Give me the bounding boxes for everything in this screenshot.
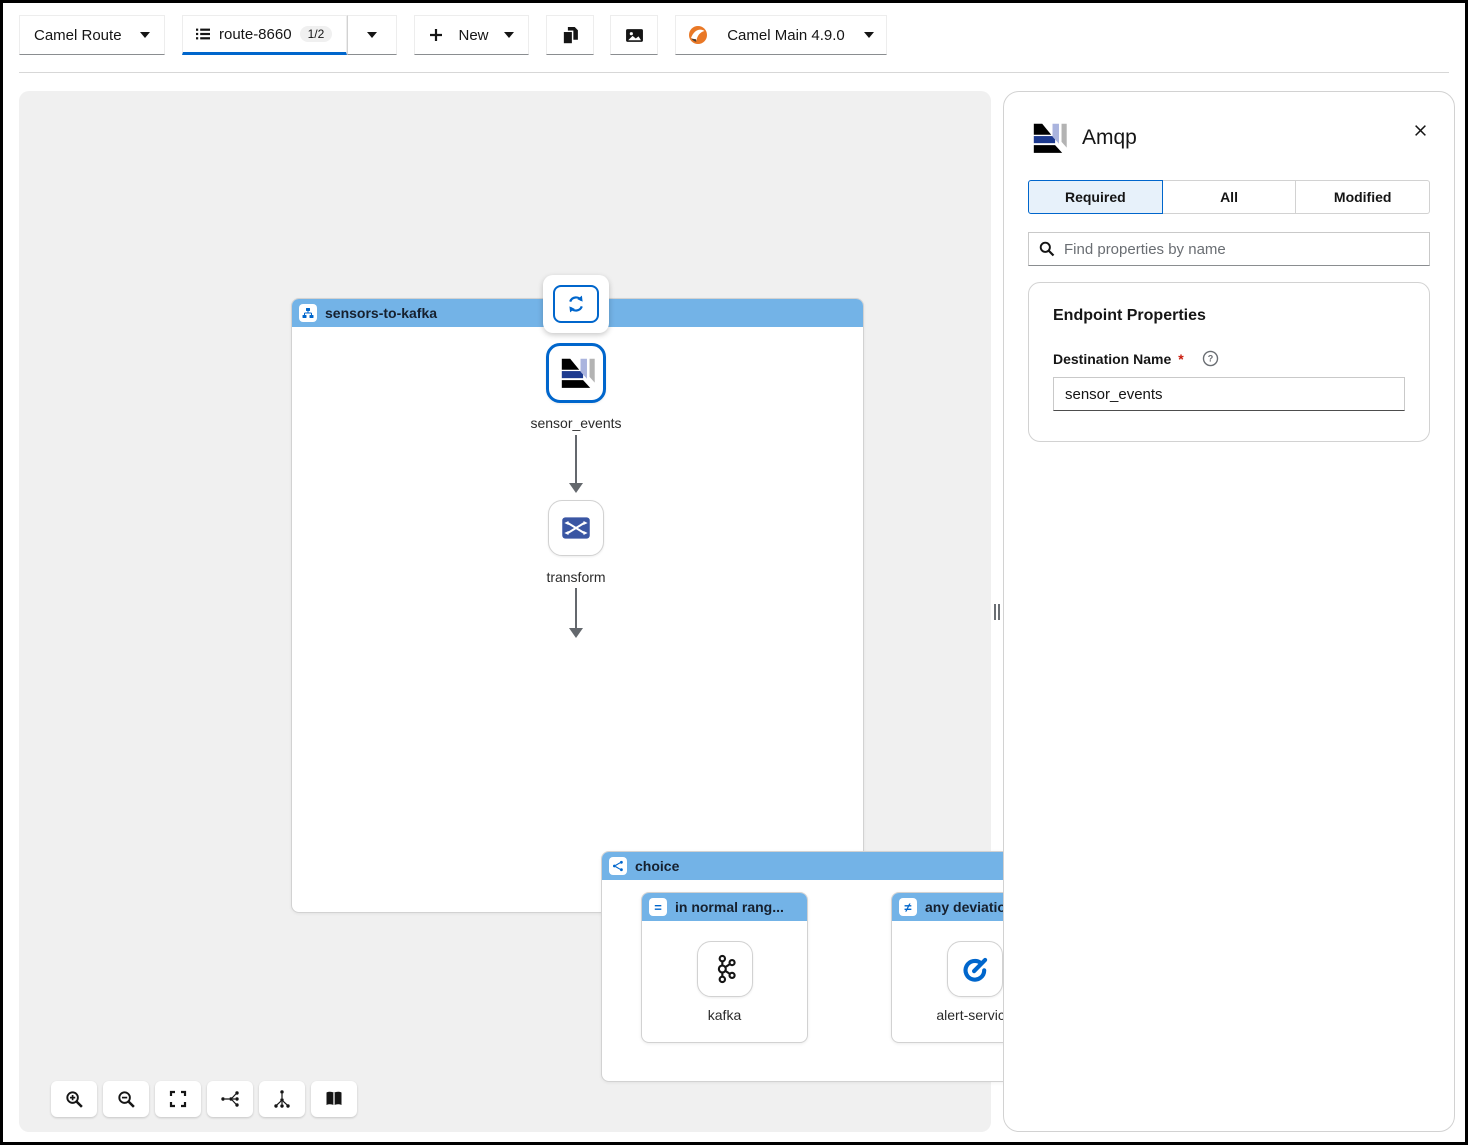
edge-arrow	[568, 435, 584, 493]
tab-modified[interactable]: Modified	[1296, 180, 1430, 214]
sensor-events-node-label: sensor_events	[486, 415, 666, 431]
export-image-button[interactable]	[610, 15, 658, 55]
kafka-icon	[709, 953, 741, 985]
runtime-label: Camel Main 4.9.0	[727, 27, 845, 44]
route-icon	[299, 304, 317, 322]
when-branch-title: in normal rang...	[675, 899, 784, 915]
card-title: Endpoint Properties	[1053, 307, 1405, 325]
flow-list-group: route-8660 1/2	[182, 15, 397, 55]
panel-resize-handle[interactable]	[992, 604, 1002, 620]
chevron-down-icon	[864, 32, 874, 38]
svg-text:?: ?	[1207, 354, 1213, 364]
route-refresh-button[interactable]	[543, 275, 609, 333]
panel-header: Amqp	[1028, 116, 1430, 160]
destination-name-label: Destination Name	[1053, 351, 1171, 367]
copy-icon	[561, 26, 580, 45]
new-route-button[interactable]: New	[414, 15, 529, 55]
runtime-select[interactable]: Camel Main 4.9.0	[675, 15, 887, 55]
vertical-layout-button[interactable]	[259, 1081, 305, 1117]
toolbar-divider	[19, 72, 1449, 73]
transform-icon	[561, 513, 591, 543]
choice-icon	[609, 857, 627, 875]
choice-title: choice	[635, 858, 679, 874]
amqp-icon	[556, 353, 596, 393]
camel-logo-icon	[688, 25, 708, 45]
app-window: Camel Route route-8660 1/2	[0, 0, 1468, 1145]
route-title: sensors-to-kafka	[325, 305, 437, 321]
direct-endpoint-icon	[959, 953, 991, 985]
flow-canvas[interactable]: sensors-to-kafka choice	[19, 91, 991, 1132]
flow-list-dropdown[interactable]	[347, 15, 397, 55]
kafka-node[interactable]	[697, 941, 753, 997]
chevron-down-icon	[140, 32, 150, 38]
properties-panel: Amqp Required All Modified Endpoint Prop…	[1003, 91, 1455, 1132]
image-icon	[625, 26, 644, 45]
dsl-select-label: Camel Route	[34, 27, 122, 44]
when-branch-header[interactable]: = in normal rang...	[642, 893, 807, 921]
zoom-in-icon	[65, 1090, 84, 1109]
new-route-label: New	[458, 27, 488, 44]
kafka-node-label: kafka	[642, 1007, 807, 1023]
alert-service-node[interactable]	[947, 941, 1003, 997]
fit-to-screen-button[interactable]	[155, 1081, 201, 1117]
copy-code-button[interactable]	[546, 15, 594, 55]
help-icon[interactable]: ?	[1202, 350, 1219, 367]
flow-count-badge: 1/2	[300, 26, 333, 42]
close-icon	[1414, 124, 1427, 137]
search-icon	[1039, 241, 1055, 257]
expand-icon	[169, 1090, 187, 1108]
zoom-in-button[interactable]	[51, 1081, 97, 1117]
transform-node[interactable]	[548, 500, 604, 556]
dsl-select[interactable]: Camel Route	[19, 15, 165, 55]
vertical-layout-icon	[272, 1089, 292, 1109]
filter-tabs: Required All Modified	[1028, 180, 1430, 214]
horizontal-layout-button[interactable]	[207, 1081, 253, 1117]
sync-icon	[566, 294, 586, 314]
close-panel-button[interactable]	[1408, 118, 1432, 142]
transform-node-label: transform	[486, 569, 666, 585]
property-search-input[interactable]	[1064, 241, 1419, 258]
list-icon	[195, 26, 211, 42]
flow-name: route-8660	[219, 26, 292, 43]
not-equals-icon: ≠	[899, 898, 917, 916]
zoom-out-button[interactable]	[103, 1081, 149, 1117]
top-toolbar: Camel Route route-8660 1/2	[19, 15, 887, 55]
catalog-button[interactable]	[311, 1081, 357, 1117]
plus-icon	[429, 28, 443, 42]
when-branch-container[interactable]: = in normal rang...	[641, 892, 808, 1043]
chevron-down-icon	[367, 32, 377, 38]
chevron-down-icon	[504, 32, 514, 38]
tab-all[interactable]: All	[1163, 180, 1297, 214]
book-icon	[324, 1089, 344, 1109]
canvas-controls	[51, 1081, 357, 1117]
tab-required[interactable]: Required	[1028, 180, 1163, 214]
amqp-icon	[1028, 118, 1068, 158]
required-marker: *	[1178, 351, 1183, 367]
horizontal-layout-icon	[220, 1089, 240, 1109]
destination-name-input[interactable]	[1053, 377, 1405, 411]
edge-arrow	[568, 588, 584, 638]
destination-name-row: Destination Name * ?	[1053, 350, 1405, 367]
equals-icon: =	[649, 898, 667, 916]
sensor-events-node[interactable]	[546, 343, 606, 403]
flow-list-button[interactable]: route-8660 1/2	[182, 15, 347, 55]
property-search[interactable]	[1028, 232, 1430, 266]
endpoint-properties-card: Endpoint Properties Destination Name * ?	[1028, 282, 1430, 442]
panel-title: Amqp	[1082, 126, 1137, 150]
zoom-out-icon	[117, 1090, 136, 1109]
